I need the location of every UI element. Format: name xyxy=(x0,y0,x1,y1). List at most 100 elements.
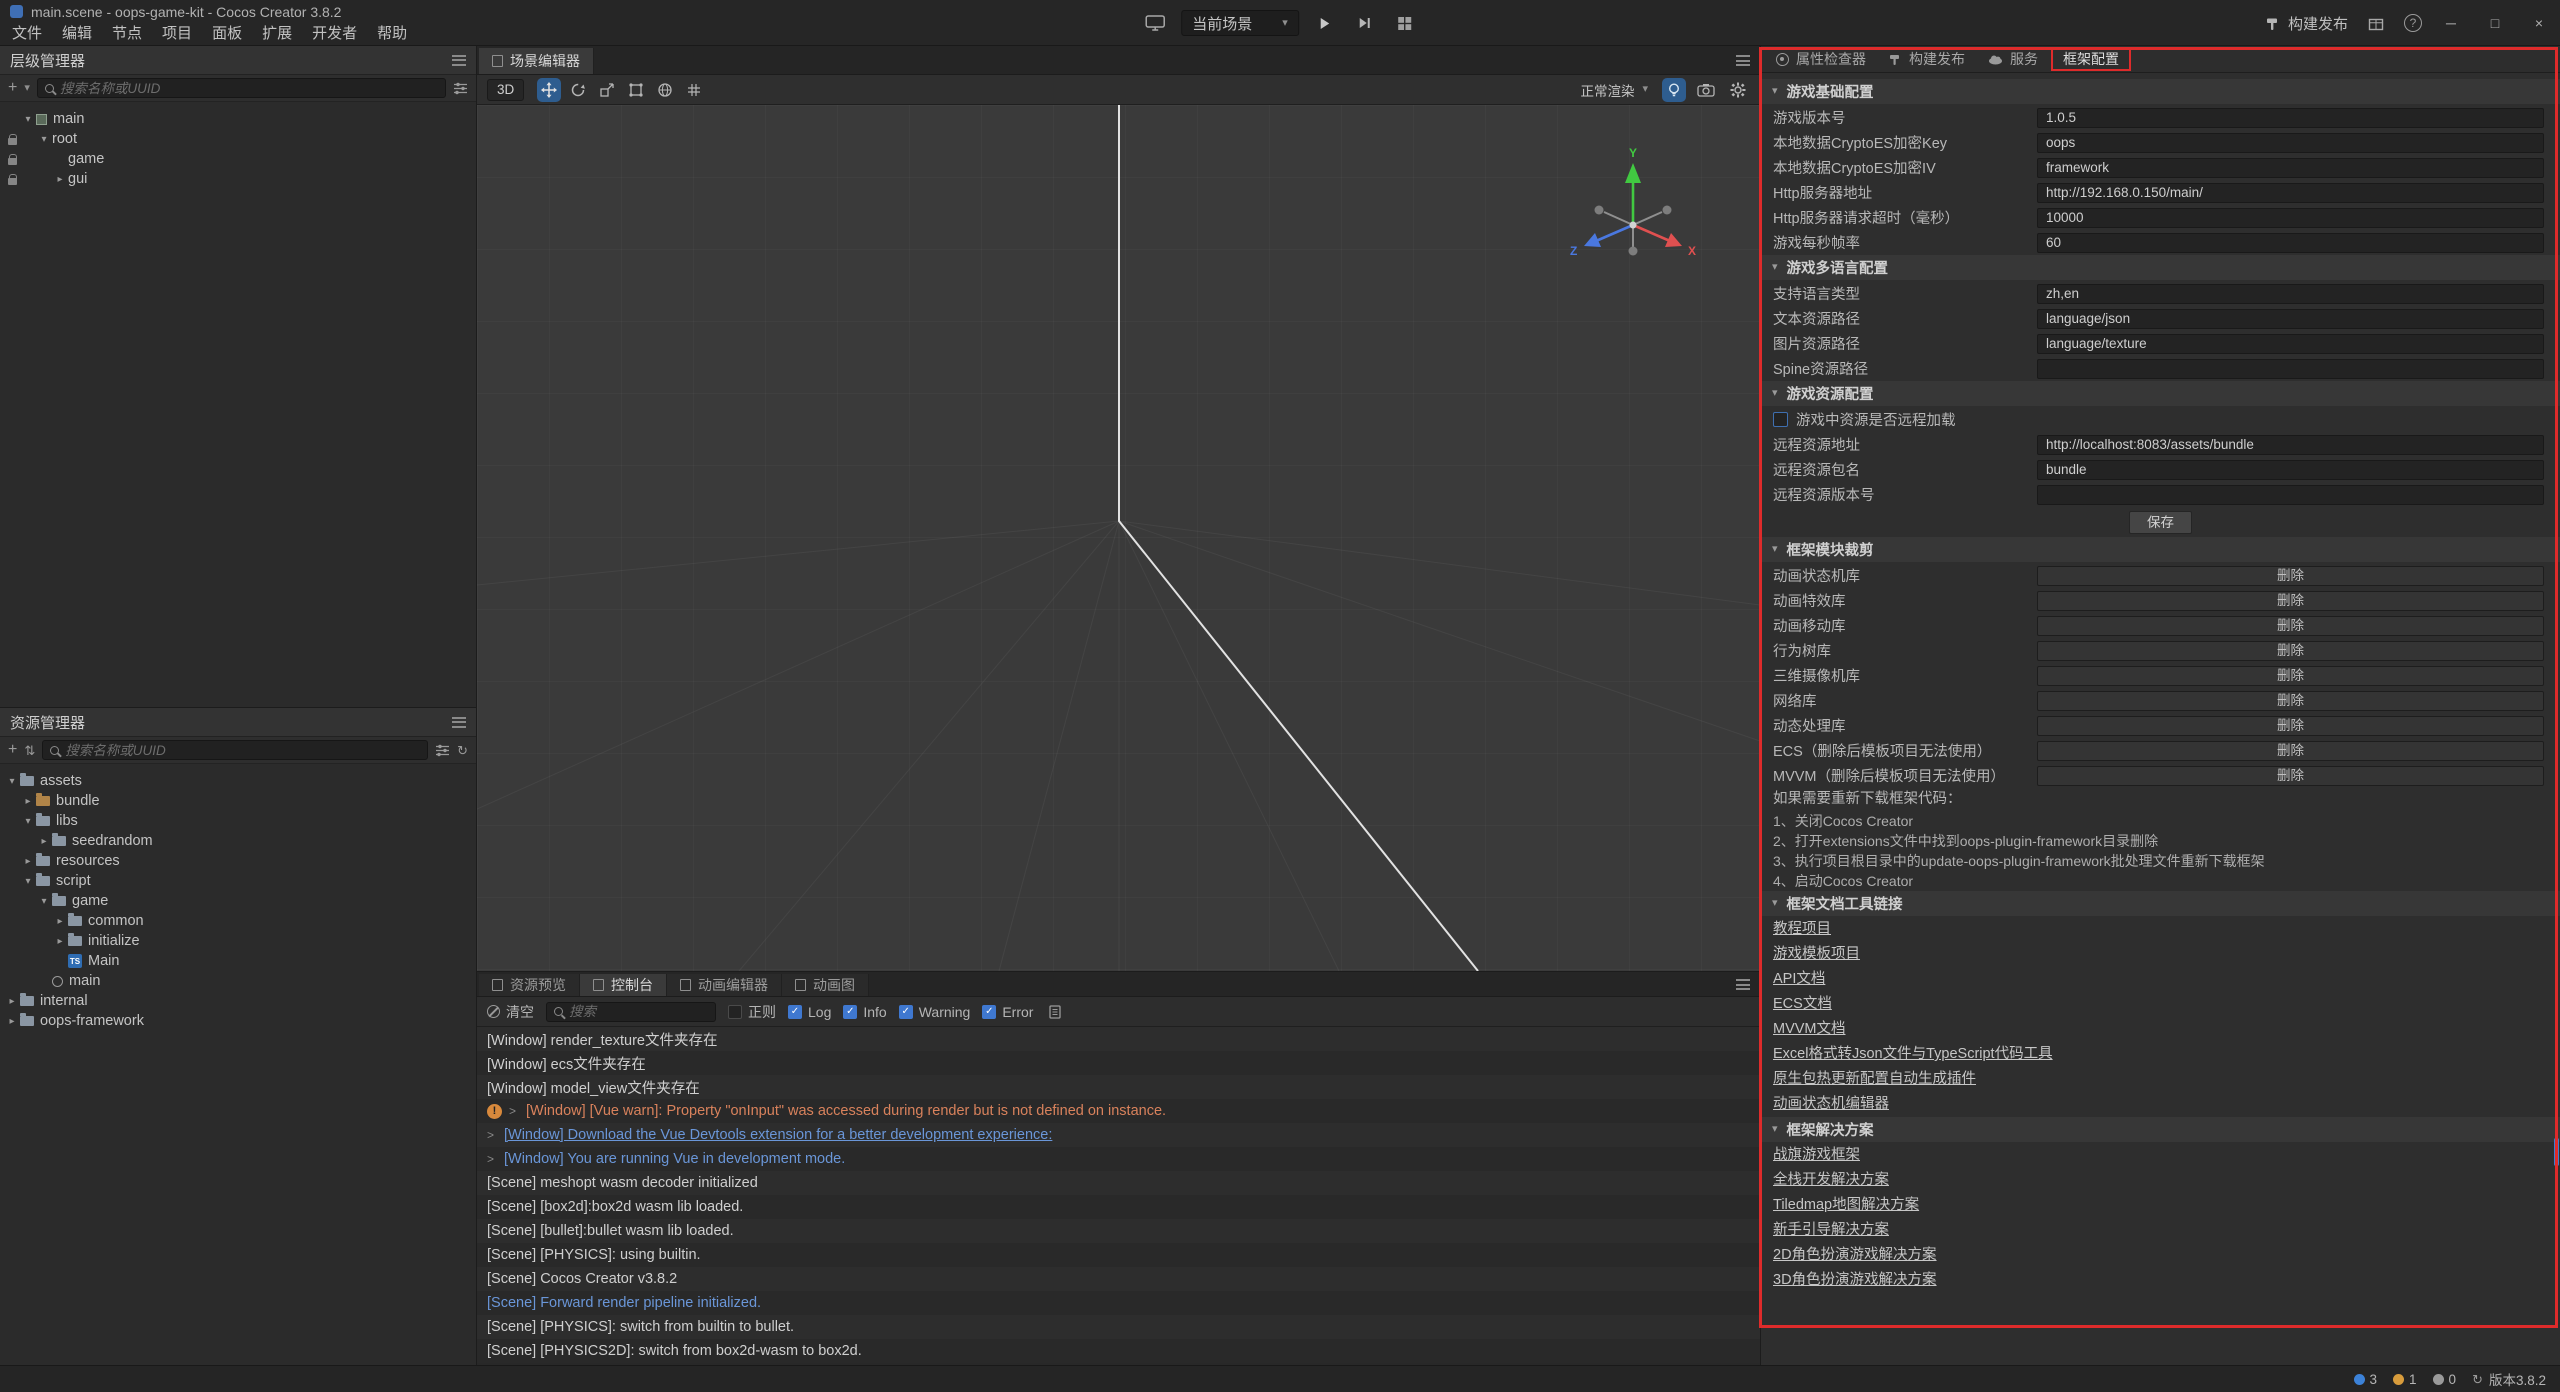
package-icon[interactable] xyxy=(2362,9,2390,37)
add-node-caret-icon[interactable]: ▾ xyxy=(24,83,30,94)
log-row[interactable]: [Scene] [PHYSICS]: switch from builtin t… xyxy=(477,1315,1760,1339)
asset-internal[interactable]: ▸ internal xyxy=(0,991,476,1011)
filter-warning-toggle[interactable]: ✓ Warning xyxy=(899,1004,971,1020)
asset-common[interactable]: ▸ common xyxy=(0,911,476,931)
delete-button[interactable]: 删除 xyxy=(2037,741,2544,761)
http-server-input[interactable] xyxy=(2037,183,2544,203)
log-row[interactable]: [Scene] [box2d]:box2d wasm lib loaded. xyxy=(477,1195,1760,1219)
preview-device-icon[interactable] xyxy=(1141,9,1169,37)
log-row-warning[interactable]: ! > [Window] [Vue warn]: Property "onInp… xyxy=(477,1099,1760,1123)
link-api-doc[interactable]: API文档 xyxy=(1773,967,1825,992)
expand-arrow-icon[interactable]: ▾ xyxy=(4,776,20,787)
lock-icon[interactable] xyxy=(8,178,17,185)
panel-menu-icon[interactable] xyxy=(452,717,466,728)
section-resource-config[interactable]: ▾ 游戏资源配置 xyxy=(1761,381,2560,406)
remote-version-input[interactable] xyxy=(2037,485,2544,505)
expand-arrow-icon[interactable]: ▾ xyxy=(20,876,36,887)
delete-button[interactable]: 删除 xyxy=(2037,566,2544,586)
filter-error-toggle[interactable]: ✓ Error xyxy=(982,1004,1033,1020)
tab-property-inspector[interactable]: 属性检查器 xyxy=(1766,47,1876,71)
tab-animation-editor[interactable]: 动画编辑器 xyxy=(667,974,782,996)
expand-arrow-icon[interactable]: ▾ xyxy=(36,896,52,907)
filter-info-toggle[interactable]: ✓ Info xyxy=(843,1004,886,1020)
info-checkbox[interactable]: ✓ xyxy=(843,1005,857,1019)
delete-button[interactable]: 删除 xyxy=(2037,666,2544,686)
tab-console[interactable]: 控制台 xyxy=(580,974,667,996)
section-game-basic-config[interactable]: ▾ 游戏基础配置 xyxy=(1761,79,2560,104)
lock-icon[interactable] xyxy=(8,138,17,145)
console-search-input[interactable] xyxy=(569,1004,708,1019)
current-scene-select[interactable]: 当前场景 ▾ xyxy=(1181,10,1299,36)
asset-script[interactable]: ▾ script xyxy=(0,871,476,891)
image-res-path-input[interactable] xyxy=(2037,334,2544,354)
regex-toggle[interactable]: 正则 xyxy=(728,1002,776,1022)
hierarchy-search-input[interactable] xyxy=(60,81,438,96)
collapse-arrow-icon[interactable]: ▸ xyxy=(4,996,20,1007)
tab-build-publish[interactable]: 构建发布 xyxy=(1879,47,1975,71)
export-log-icon[interactable] xyxy=(1045,1002,1065,1022)
lighting-toggle-button[interactable] xyxy=(1662,78,1686,102)
error-checkbox[interactable]: ✓ xyxy=(982,1005,996,1019)
menu-project[interactable]: 项目 xyxy=(152,23,202,45)
text-res-path-input[interactable] xyxy=(2037,309,2544,329)
tab-animation-graph[interactable]: 动画图 xyxy=(782,974,869,996)
tab-asset-preview[interactable]: 资源预览 xyxy=(479,974,580,996)
expand-arrow-icon[interactable]: ▾ xyxy=(36,134,52,145)
expand-arrow-icon[interactable]: ▾ xyxy=(20,816,36,827)
spine-res-path-input[interactable] xyxy=(2037,359,2544,379)
section-solutions[interactable]: ▾ 框架解决方案 xyxy=(1761,1117,2560,1142)
filter-sliders-icon[interactable] xyxy=(453,82,468,95)
log-row[interactable]: [Window] model_view文件夹存在 xyxy=(477,1075,1760,1099)
tree-node-main[interactable]: ▾ main xyxy=(0,109,476,129)
panel-menu-icon[interactable] xyxy=(452,55,466,66)
tree-node-gui[interactable]: ▸ gui xyxy=(0,169,476,189)
link-3d-rpg-solution[interactable]: 3D角色扮演游戏解决方案 xyxy=(1773,1268,1937,1293)
assets-search-input[interactable] xyxy=(65,743,420,758)
remote-load-checkbox[interactable] xyxy=(1773,412,1788,427)
crypto-iv-input[interactable] xyxy=(2037,158,2544,178)
fps-input[interactable] xyxy=(2037,233,2544,253)
panel-menu-icon[interactable] xyxy=(1736,55,1750,66)
link-hotupdate-plugin[interactable]: 原生包热更新配置自动生成插件 xyxy=(1773,1067,1976,1092)
http-timeout-input[interactable] xyxy=(2037,208,2544,228)
link-mvvm-doc[interactable]: MVVM文档 xyxy=(1773,1017,1846,1042)
save-button[interactable]: 保存 xyxy=(2129,511,2192,534)
log-row[interactable]: [Scene] [bullet]:bullet wasm lib loaded. xyxy=(477,1219,1760,1243)
tree-node-game[interactable]: game xyxy=(0,149,476,169)
rotate-tool-button[interactable] xyxy=(566,78,590,102)
message-count-badge[interactable]: 3 xyxy=(2354,1372,2378,1387)
warning-count-badge[interactable]: 1 xyxy=(2393,1372,2417,1387)
scrollbar-thumb[interactable] xyxy=(2554,1138,2559,1166)
menu-edit[interactable]: 编辑 xyxy=(52,23,102,45)
panel-menu-icon[interactable] xyxy=(1736,979,1750,990)
game-version-input[interactable] xyxy=(2037,108,2544,128)
menu-extension[interactable]: 扩展 xyxy=(252,23,302,45)
remote-bundle-input[interactable] xyxy=(2037,460,2544,480)
add-asset-button[interactable]: + xyxy=(8,742,17,758)
menu-panel[interactable]: 面板 xyxy=(202,23,252,45)
link-template-project[interactable]: 游戏模板项目 xyxy=(1773,942,1860,967)
link-fullstack-solution[interactable]: 全栈开发解决方案 xyxy=(1773,1168,1889,1193)
menu-help[interactable]: 帮助 xyxy=(367,23,417,45)
link-guide-solution[interactable]: 新手引导解决方案 xyxy=(1773,1218,1889,1243)
refresh-icon[interactable]: ↻ xyxy=(457,744,468,757)
log-row-link[interactable]: > [Window] Download the Vue Devtools ext… xyxy=(477,1123,1760,1147)
section-language-config[interactable]: ▾ 游戏多语言配置 xyxy=(1761,255,2560,280)
warning-checkbox[interactable]: ✓ xyxy=(899,1005,913,1019)
gear-icon[interactable] xyxy=(1726,78,1750,102)
maximize-button[interactable]: □ xyxy=(2480,8,2510,38)
filter-log-toggle[interactable]: ✓ Log xyxy=(788,1004,831,1020)
expand-chevron-icon[interactable]: > xyxy=(509,1104,519,1118)
link-tiledmap-solution[interactable]: Tiledmap地图解决方案 xyxy=(1773,1193,1919,1218)
section-doc-links[interactable]: ▾ 框架文档工具链接 xyxy=(1761,891,2560,916)
error-count-badge[interactable]: 0 xyxy=(2433,1372,2457,1387)
link-tutorial-project[interactable]: 教程项目 xyxy=(1773,917,1831,942)
clear-console-button[interactable]: 清空 xyxy=(487,1002,534,1022)
asset-main-scene[interactable]: main xyxy=(0,971,476,991)
asset-resources[interactable]: ▸ resources xyxy=(0,851,476,871)
link-anim-statemachine-editor[interactable]: 动画状态机编辑器 xyxy=(1773,1092,1889,1117)
asset-main-ts[interactable]: TS Main xyxy=(0,951,476,971)
play-button[interactable] xyxy=(1311,9,1339,37)
link-2d-rpg-solution[interactable]: 2D角色扮演游戏解决方案 xyxy=(1773,1243,1937,1268)
regex-checkbox[interactable] xyxy=(728,1005,742,1019)
